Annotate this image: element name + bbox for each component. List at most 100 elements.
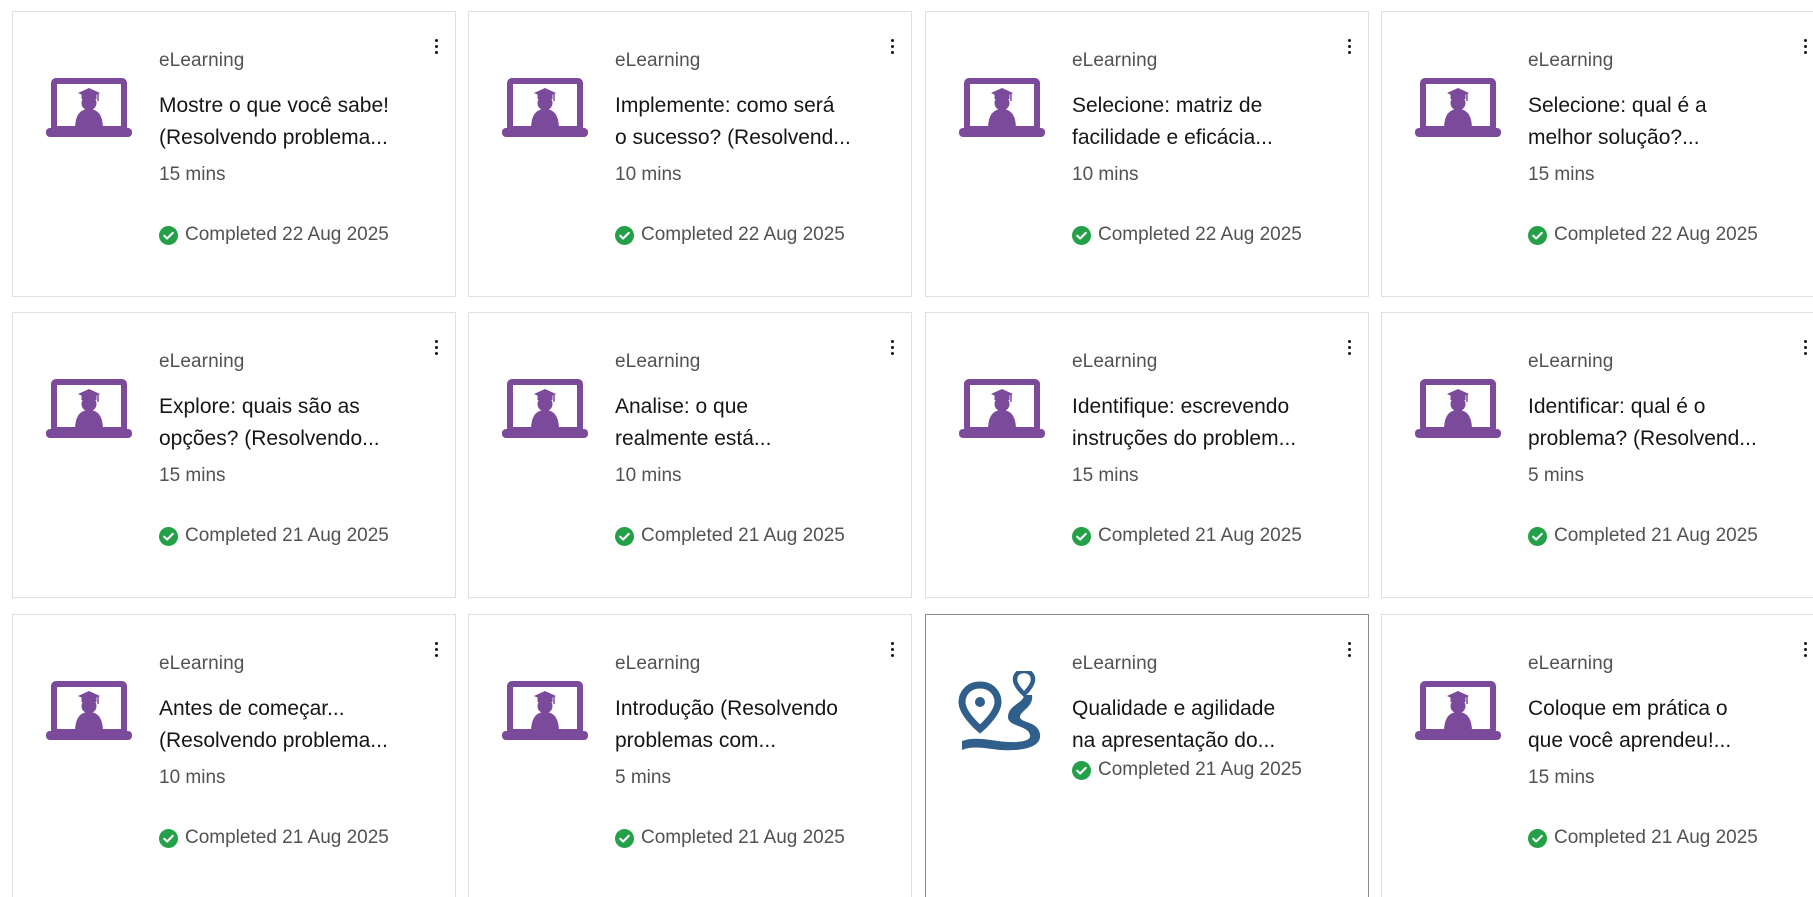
course-card[interactable]: eLearning Analise: o que realmente está.… — [468, 312, 912, 598]
overflow-menu-icon[interactable] — [429, 335, 443, 359]
completion-status: Completed 22 Aug 2025 — [1072, 224, 1302, 246]
check-circle-icon — [159, 828, 178, 848]
elearning-laptop-icon — [1415, 379, 1501, 438]
card-type: eLearning — [1528, 653, 1614, 674]
card-title[interactable]: Introdução (Resolvendo problemas com... — [615, 693, 865, 757]
card-type: eLearning — [159, 653, 245, 674]
card-title[interactable]: Selecione: matriz de facilidade e eficác… — [1072, 90, 1322, 154]
elearning-laptop-icon — [502, 78, 588, 137]
completion-date: Completed 22 Aug 2025 — [1554, 224, 1758, 245]
completion-status: Completed 21 Aug 2025 — [1528, 827, 1758, 849]
card-type: eLearning — [159, 50, 245, 71]
card-title[interactable]: Implemente: como será o sucesso? (Resolv… — [615, 90, 865, 154]
elearning-laptop-icon — [502, 681, 588, 740]
overflow-menu-icon[interactable] — [1342, 637, 1356, 661]
check-circle-icon — [159, 526, 178, 546]
completion-status: Completed 21 Aug 2025 — [615, 525, 845, 547]
card-type: eLearning — [1072, 50, 1158, 71]
check-circle-icon — [1528, 225, 1547, 245]
card-type: eLearning — [1072, 351, 1158, 372]
elearning-laptop-icon — [959, 379, 1045, 438]
completion-date: Completed 21 Aug 2025 — [185, 525, 389, 546]
card-duration: 10 mins — [615, 465, 682, 486]
overflow-menu-icon[interactable] — [885, 637, 899, 661]
elearning-laptop-icon — [46, 681, 132, 740]
completion-status: Completed 22 Aug 2025 — [615, 224, 845, 246]
overflow-menu-icon[interactable] — [1342, 34, 1356, 58]
overflow-menu-icon[interactable] — [1798, 637, 1812, 661]
check-circle-icon — [159, 225, 178, 245]
card-duration: 15 mins — [1528, 164, 1595, 185]
course-card[interactable]: eLearning Qualidade e agilidade na apres… — [925, 614, 1369, 897]
course-card[interactable]: eLearning Identificar: qual é o problema… — [1381, 312, 1813, 598]
overflow-menu-icon[interactable] — [1342, 335, 1356, 359]
card-type: eLearning — [615, 50, 701, 71]
check-circle-icon — [615, 225, 634, 245]
completion-status: Completed 21 Aug 2025 — [615, 827, 845, 849]
card-duration: 5 mins — [1528, 465, 1584, 486]
check-circle-icon — [1528, 526, 1547, 546]
card-type: eLearning — [159, 351, 245, 372]
card-duration: 10 mins — [615, 164, 682, 185]
elearning-laptop-icon — [959, 78, 1045, 137]
check-circle-icon — [615, 526, 634, 546]
card-duration: 15 mins — [159, 465, 226, 486]
elearning-laptop-icon — [46, 78, 132, 137]
course-card[interactable]: eLearning Explore: quais são as opções? … — [12, 312, 456, 598]
card-title[interactable]: Selecione: qual é a melhor solução?... — [1528, 90, 1778, 154]
elearning-laptop-icon — [502, 379, 588, 438]
card-title[interactable]: Analise: o que realmente está... — [615, 391, 865, 455]
completion-date: Completed 21 Aug 2025 — [1098, 759, 1302, 780]
completion-status: Completed 22 Aug 2025 — [1528, 224, 1758, 246]
card-title[interactable]: Antes de começar... (Resolvendo problema… — [159, 693, 409, 757]
course-card[interactable]: eLearning Selecione: qual é a melhor sol… — [1381, 11, 1813, 297]
card-title[interactable]: Qualidade e agilidade na apresentação do… — [1072, 693, 1322, 757]
check-circle-icon — [1528, 828, 1547, 848]
completion-date: Completed 21 Aug 2025 — [1554, 827, 1758, 848]
card-duration: 10 mins — [159, 767, 226, 788]
completion-status: Completed 22 Aug 2025 — [159, 224, 389, 246]
card-type: eLearning — [1072, 653, 1158, 674]
card-type: eLearning — [1528, 351, 1614, 372]
completion-date: Completed 21 Aug 2025 — [1554, 525, 1758, 546]
completion-status: Completed 21 Aug 2025 — [1072, 525, 1302, 547]
elearning-laptop-icon — [46, 379, 132, 438]
card-title[interactable]: Coloque em prática o que você aprendeu!.… — [1528, 693, 1778, 757]
course-card[interactable]: eLearning Mostre o que você sabe! (Resol… — [12, 11, 456, 297]
completion-date: Completed 21 Aug 2025 — [641, 827, 845, 848]
course-card[interactable]: eLearning Coloque em prática o que você … — [1381, 614, 1813, 897]
completion-date: Completed 21 Aug 2025 — [1098, 525, 1302, 546]
elearning-laptop-icon — [1415, 78, 1501, 137]
card-title[interactable]: Identifique: escrevendo instruções do pr… — [1072, 391, 1322, 455]
course-card[interactable]: eLearning Selecione: matriz de facilidad… — [925, 11, 1369, 297]
overflow-menu-icon[interactable] — [885, 335, 899, 359]
course-card-grid: eLearning Mostre o que você sabe! (Resol… — [0, 0, 1813, 897]
completion-date: Completed 22 Aug 2025 — [641, 224, 845, 245]
course-card[interactable]: eLearning Identifique: escrevendo instru… — [925, 312, 1369, 598]
card-title[interactable]: Mostre o que você sabe! (Resolvendo prob… — [159, 90, 409, 154]
completion-date: Completed 22 Aug 2025 — [185, 224, 389, 245]
completion-status: Completed 21 Aug 2025 — [1072, 759, 1302, 781]
card-title[interactable]: Explore: quais são as opções? (Resolvend… — [159, 391, 409, 455]
card-duration: 15 mins — [1072, 465, 1139, 486]
overflow-menu-icon[interactable] — [429, 34, 443, 58]
check-circle-icon — [1072, 225, 1091, 245]
check-circle-icon — [615, 828, 634, 848]
card-type: eLearning — [615, 653, 701, 674]
overflow-menu-icon[interactable] — [1798, 335, 1812, 359]
overflow-menu-icon[interactable] — [1798, 34, 1812, 58]
course-card[interactable]: eLearning Antes de começar... (Resolvend… — [12, 614, 456, 897]
card-type: eLearning — [615, 351, 701, 372]
completion-date: Completed 22 Aug 2025 — [1098, 224, 1302, 245]
completion-date: Completed 21 Aug 2025 — [641, 525, 845, 546]
card-title[interactable]: Identificar: qual é o problema? (Resolve… — [1528, 391, 1778, 455]
course-card[interactable]: eLearning Implemente: como será o sucess… — [468, 11, 912, 297]
card-duration: 15 mins — [1528, 767, 1595, 788]
check-circle-icon — [1072, 526, 1091, 546]
completion-status: Completed 21 Aug 2025 — [159, 827, 389, 849]
card-duration: 15 mins — [159, 164, 226, 185]
course-card[interactable]: eLearning Introdução (Resolvendo problem… — [468, 614, 912, 897]
overflow-menu-icon[interactable] — [885, 34, 899, 58]
map-route-icon — [958, 671, 1041, 751]
overflow-menu-icon[interactable] — [429, 637, 443, 661]
